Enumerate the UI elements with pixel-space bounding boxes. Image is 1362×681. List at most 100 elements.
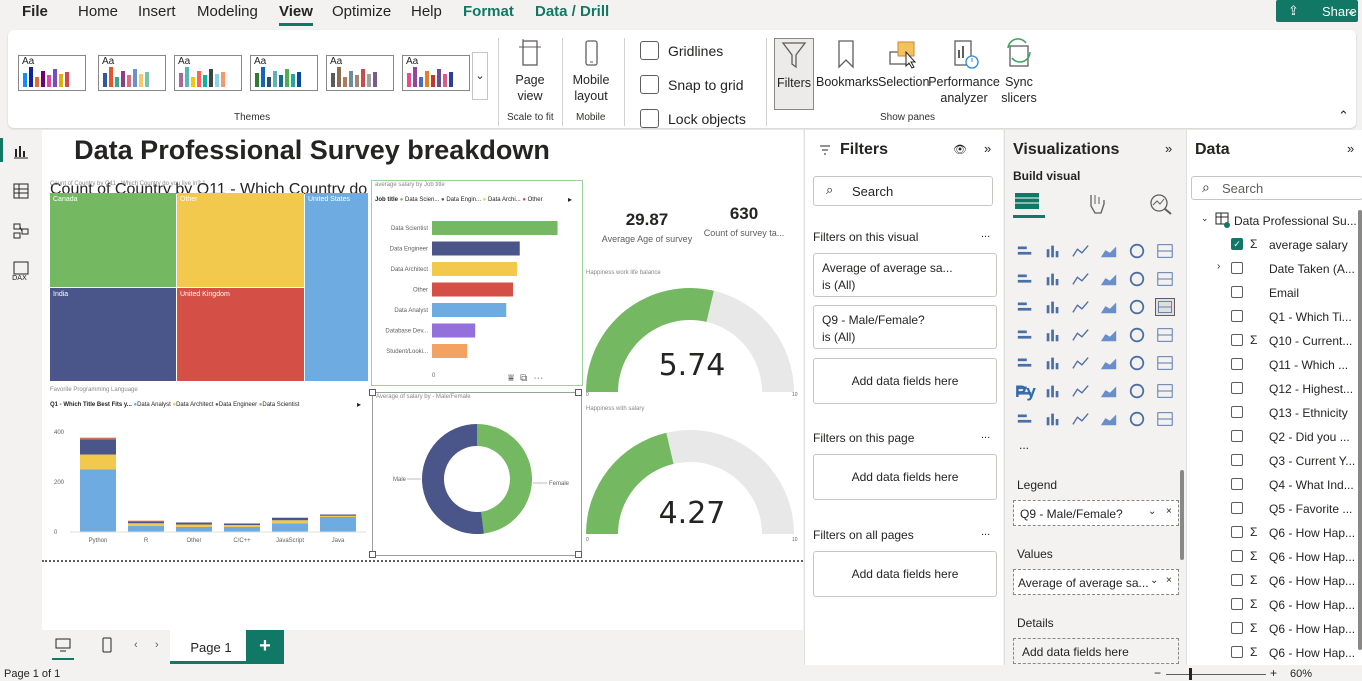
more-options-icon[interactable]: ...: [981, 429, 990, 441]
bar[interactable]: [432, 262, 518, 276]
share-button[interactable]: ⇪ Share ⌄: [1276, 0, 1358, 22]
field-checkbox[interactable]: [1231, 358, 1243, 370]
field-checkbox[interactable]: [1231, 526, 1243, 538]
visual-type-icon[interactable]: [1015, 354, 1035, 372]
visual-type-icon[interactable]: [1155, 242, 1175, 260]
bookmarks-pane-button[interactable]: Bookmarks: [816, 38, 879, 90]
mobile-layout-button[interactable]: Mobile layout: [568, 38, 614, 104]
data-field-row[interactable]: Q11 - Which ...: [1187, 354, 1362, 376]
themes-more-button[interactable]: ⌄: [472, 52, 488, 100]
theme-swatch-5[interactable]: Aa: [326, 55, 394, 91]
visual-type-icon[interactable]: [1015, 242, 1035, 260]
field-checkbox[interactable]: ✓: [1231, 238, 1243, 250]
stacked-column-chart[interactable]: 400 200 0 Python R Other C/C++ JavaScript Java: [50, 420, 368, 555]
visual-type-icon[interactable]: [1099, 270, 1119, 288]
zoom-slider-thumb[interactable]: [1189, 668, 1192, 680]
visual-type-icon[interactable]: [1043, 326, 1063, 344]
report-view-icon[interactable]: [12, 142, 30, 160]
format-visual-icon[interactable]: [1085, 192, 1109, 216]
field-checkbox[interactable]: [1231, 502, 1243, 514]
visual-header-icons[interactable]: ⩸⧉⋯: [508, 373, 549, 384]
model-view-icon[interactable]: [12, 222, 30, 240]
data-field-row[interactable]: Email: [1187, 282, 1362, 304]
data-search-input[interactable]: Search: [1222, 181, 1263, 196]
legend-item[interactable]: ● Data Archi...: [481, 197, 521, 203]
values-field-chip[interactable]: Average of average sa... ⌄ ×: [1013, 569, 1179, 595]
donut-slice[interactable]: [422, 424, 484, 534]
filter-card-average-salary[interactable]: Average of average sa... is (All): [813, 253, 997, 297]
resize-handle[interactable]: [575, 551, 582, 558]
sync-slicers-button[interactable]: Sync slicers: [1000, 38, 1038, 106]
stacked-bar-segment[interactable]: [80, 439, 116, 455]
visual-type-icon[interactable]: [1155, 270, 1175, 288]
legend-item[interactable]: ● Other: [521, 197, 542, 203]
zoom-slider[interactable]: [1166, 674, 1266, 675]
more-options-icon[interactable]: ...: [981, 526, 990, 538]
stacked-bar-segment[interactable]: [128, 525, 164, 532]
more-visuals-icon[interactable]: ...: [1019, 438, 1029, 452]
visual-type-icon[interactable]: [1071, 410, 1091, 428]
visual-type-icon[interactable]: [1155, 298, 1175, 316]
theme-swatch-1[interactable]: Aa: [18, 55, 86, 91]
visual-type-icon[interactable]: [1043, 354, 1063, 372]
gridlines-checkbox[interactable]: [640, 41, 659, 60]
stacked-bar-segment[interactable]: [80, 438, 116, 440]
visual-type-icon[interactable]: [1015, 298, 1035, 316]
visual-type-icon[interactable]: [1071, 298, 1091, 316]
visual-type-icon[interactable]: [1127, 326, 1147, 344]
selection-pane-button[interactable]: Selection: [878, 38, 929, 90]
visual-type-icon[interactable]: [1155, 382, 1175, 400]
visual-type-icon[interactable]: [1127, 298, 1147, 316]
visual-type-icon[interactable]: [1099, 382, 1119, 400]
stacked-bar-segment[interactable]: [128, 521, 164, 524]
visual-type-icon[interactable]: [1155, 354, 1175, 372]
legend-field-chip[interactable]: Q9 - Male/Female? ⌄ ×: [1013, 500, 1179, 526]
treemap-tile[interactable]: United States: [305, 193, 368, 381]
filters-search-box[interactable]: ⌕ Search: [813, 176, 993, 206]
stacked-bar-segment[interactable]: [80, 438, 116, 439]
data-search-box[interactable]: ⌕ Search: [1191, 176, 1362, 200]
visual-type-icon[interactable]: [1127, 382, 1147, 400]
field-checkbox[interactable]: [1231, 550, 1243, 562]
chevron-down-icon[interactable]: ⌄: [1150, 575, 1159, 586]
data-field-row[interactable]: Σ Q10 - Current...: [1187, 330, 1362, 352]
data-field-row[interactable]: Σ Q6 - How Hap...: [1187, 642, 1362, 664]
page-prev-icon[interactable]: ‹: [134, 639, 138, 651]
page-view-button[interactable]: Page view: [506, 38, 554, 104]
data-field-row[interactable]: Q4 - What Ind...: [1187, 474, 1362, 496]
field-checkbox[interactable]: [1231, 262, 1243, 274]
stacked-bar-segment[interactable]: [224, 525, 260, 527]
resize-handle[interactable]: [575, 389, 582, 396]
data-field-row[interactable]: Σ Q6 - How Hap...: [1187, 546, 1362, 568]
legend-next-icon[interactable]: ▸: [357, 400, 361, 409]
visual-type-icon[interactable]: [1099, 242, 1119, 260]
filter-drop-zone-page[interactable]: Add data fields here: [813, 454, 997, 500]
snap-to-grid-checkbox[interactable]: [640, 75, 659, 94]
visual-type-icon[interactable]: [1043, 298, 1063, 316]
visual-type-icon[interactable]: [1127, 410, 1147, 428]
bar[interactable]: [432, 323, 476, 338]
legend-item[interactable]: ●Data Engineer: [213, 402, 257, 408]
stacked-bar-segment[interactable]: [320, 517, 356, 532]
resize-handle[interactable]: [369, 551, 376, 558]
stacked-bar-segment[interactable]: [272, 523, 308, 532]
field-checkbox[interactable]: [1231, 646, 1243, 658]
stacked-bar-segment[interactable]: [176, 527, 212, 532]
stacked-bar-segment[interactable]: [128, 523, 164, 526]
bar[interactable]: [432, 241, 520, 256]
dax-query-view-icon[interactable]: DAX: [10, 260, 32, 282]
data-field-row[interactable]: Σ Q6 - How Hap...: [1187, 618, 1362, 640]
legend-next-icon[interactable]: ▸: [568, 195, 572, 204]
treemap-chart[interactable]: Canada Other United States India United King…: [50, 193, 368, 381]
visual-type-icon[interactable]: [1043, 242, 1063, 260]
field-checkbox[interactable]: [1231, 454, 1243, 466]
stacked-bar-segment[interactable]: [176, 524, 212, 528]
visual-type-icon[interactable]: [1071, 354, 1091, 372]
filters-search-input[interactable]: Search: [852, 184, 893, 199]
lock-objects-checkbox[interactable]: [640, 109, 659, 128]
stacked-bar-segment[interactable]: [224, 527, 260, 532]
stacked-bar-segment[interactable]: [320, 515, 356, 517]
visual-type-icon[interactable]: [1071, 382, 1091, 400]
field-checkbox[interactable]: [1231, 334, 1243, 346]
field-checkbox[interactable]: [1231, 310, 1243, 322]
